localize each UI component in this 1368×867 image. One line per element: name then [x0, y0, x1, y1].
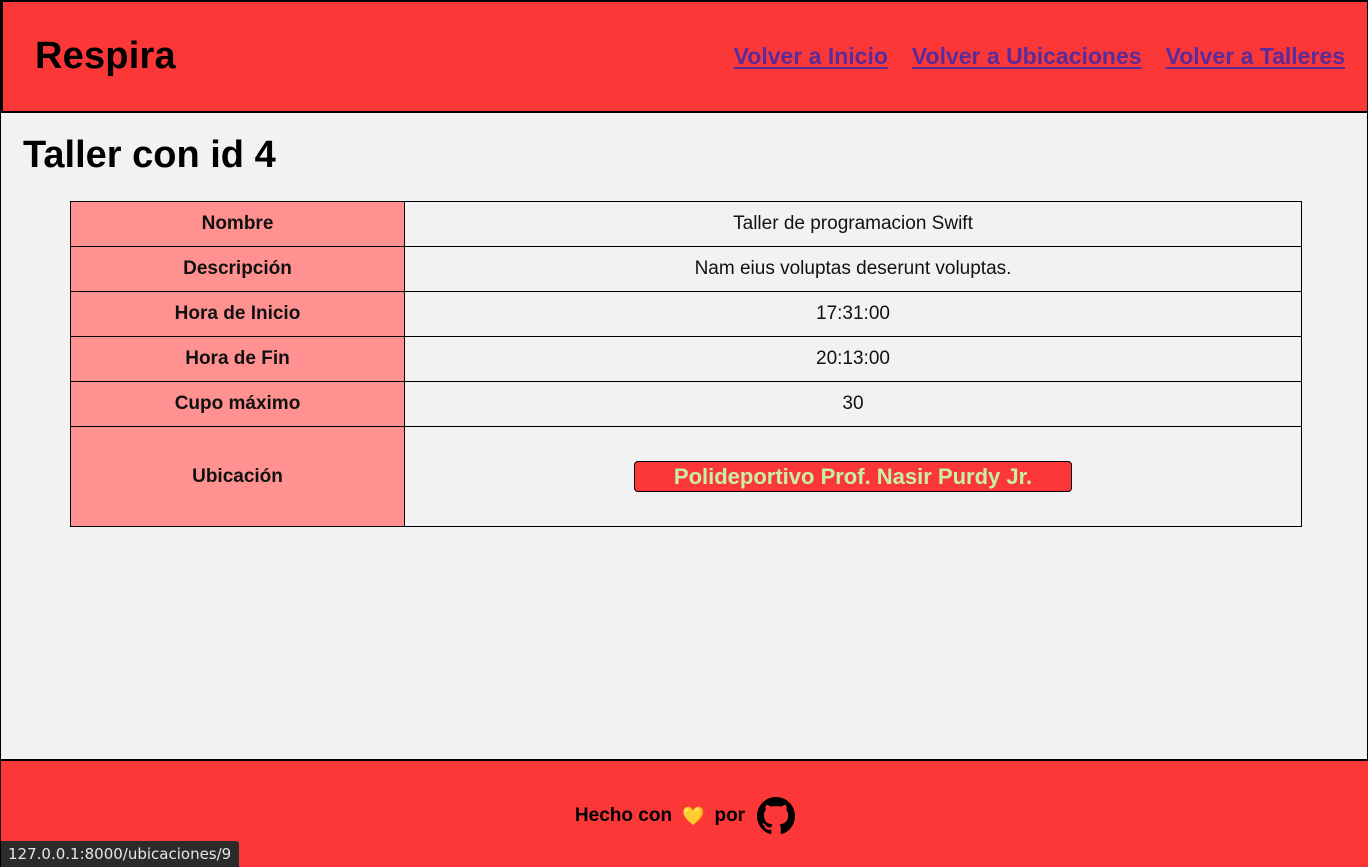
table-row: Cupo máximo 30: [70, 381, 1302, 427]
location-link-button[interactable]: Polideportivo Prof. Nasir Purdy Jr.: [634, 461, 1072, 492]
row-value-ubicacion: Polideportivo Prof. Nasir Purdy Jr.: [404, 426, 1302, 527]
site-header: Respira Volver a Inicio Volver a Ubicaci…: [1, 0, 1368, 113]
taller-details-table: Nombre Taller de programacion Swift Desc…: [70, 201, 1302, 527]
brand-logo[interactable]: Respira: [35, 35, 176, 78]
row-label-nombre: Nombre: [70, 201, 405, 247]
table-row: Hora de Inicio 17:31:00: [70, 291, 1302, 337]
yellow-heart-icon: 💛: [682, 806, 705, 826]
row-label-descripcion: Descripción: [70, 246, 405, 292]
table-row: Nombre Taller de programacion Swift: [70, 201, 1302, 247]
main-nav: Volver a Inicio Volver a Ubicaciones Vol…: [734, 43, 1345, 70]
row-label-cupo: Cupo máximo: [70, 381, 405, 427]
table-row: Ubicación Polideportivo Prof. Nasir Purd…: [70, 426, 1302, 527]
row-label-ubicacion: Ubicación: [70, 426, 405, 527]
row-value-nombre: Taller de programacion Swift: [404, 201, 1302, 247]
table-row: Hora de Fin 20:13:00: [70, 336, 1302, 382]
row-value-hora-fin: 20:13:00: [404, 336, 1302, 382]
row-value-cupo: 30: [404, 381, 1302, 427]
footer-made-with: Hecho con: [574, 805, 673, 826]
nav-link-talleres[interactable]: Volver a Talleres: [1166, 43, 1345, 70]
page-title: Taller con id 4: [23, 134, 276, 176]
row-value-hora-inicio: 17:31:00: [404, 291, 1302, 337]
nav-link-inicio[interactable]: Volver a Inicio: [734, 43, 888, 70]
footer-by: por: [714, 805, 746, 826]
row-label-hora-inicio: Hora de Inicio: [70, 291, 405, 337]
table-row: Descripción Nam eius voluptas deserunt v…: [70, 246, 1302, 292]
status-bar-url: 127.0.0.1:8000/ubicaciones/9: [1, 841, 240, 867]
nav-link-ubicaciones[interactable]: Volver a Ubicaciones: [912, 43, 1142, 70]
github-icon[interactable]: [757, 797, 796, 835]
row-label-hora-fin: Hora de Fin: [70, 336, 405, 382]
row-value-descripcion: Nam eius voluptas deserunt voluptas.: [404, 246, 1302, 292]
